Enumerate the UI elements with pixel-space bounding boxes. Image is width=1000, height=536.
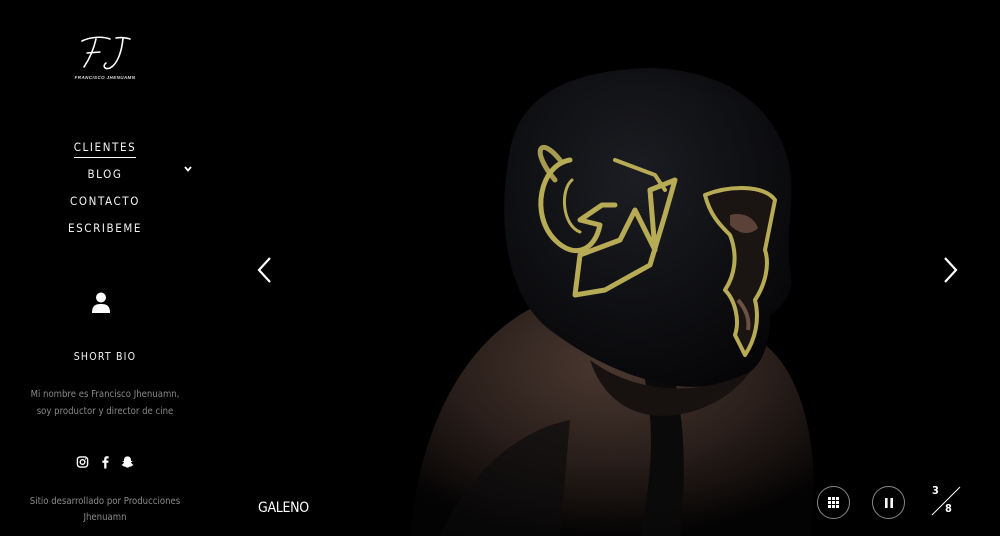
pause-button[interactable] [872,486,905,519]
snapchat-icon[interactable] [121,455,134,469]
logo-subtitle: Francisco Jhenuamn [74,75,136,80]
sidebar: Francisco Jhenuamn CLIENTES BLOG CONTACT… [0,0,210,536]
chevron-right-icon[interactable] [940,255,960,285]
logo-signature [81,36,131,70]
nav-item-blog[interactable]: BLOG [0,165,210,192]
facebook-icon[interactable] [99,455,112,469]
grid-view-button[interactable] [817,486,850,519]
site-logo[interactable]: Francisco Jhenuamn [72,34,138,84]
nav-item-clientes[interactable]: CLIENTES [0,138,210,165]
chevron-down-icon[interactable] [183,164,193,174]
hero-slider: GALENO 3 8 [210,0,1000,536]
slide-caption: GALENO [258,500,309,516]
main-nav: CLIENTES BLOG CONTACTO ESCRIBEME [0,138,210,246]
user-icon [92,292,110,313]
slide-counter: 3 8 [928,484,962,520]
slide-image-luchador [210,0,1000,536]
slide-current: 3 [932,484,939,497]
bio-title: SHORT BIO [73,351,137,363]
site-credit: Sitio desarrollado por Producciones Jhen… [29,496,181,523]
nav-item-escribeme[interactable]: ESCRIBEME [0,219,210,246]
slide-total: 8 [945,502,952,515]
pause-icon [884,497,893,508]
chevron-left-icon[interactable] [255,255,275,285]
grid-icon [828,497,839,508]
social-links [76,455,136,471]
nav-item-contacto[interactable]: CONTACTO [0,192,210,219]
instagram-icon[interactable] [76,455,89,469]
bio-text: Mi nombre es Francisco Jhenuamn, soy pro… [30,389,180,417]
page: Francisco Jhenuamn CLIENTES BLOG CONTACT… [0,0,1000,536]
